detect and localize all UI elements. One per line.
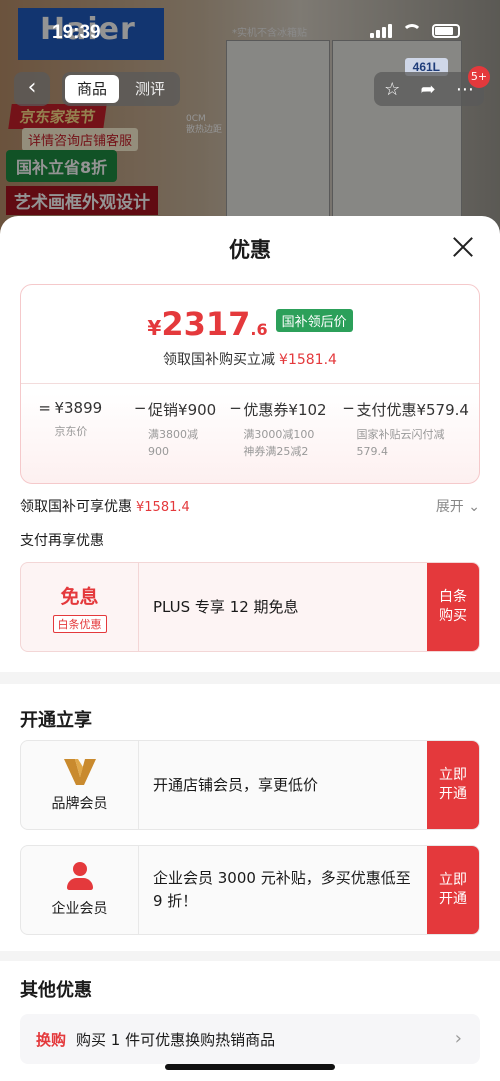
expand-button[interactable]: 展开 ⌄ <box>436 496 480 516</box>
formula-desc: 满3800减900 <box>148 428 199 458</box>
baitiao-text: PLUS 专享 12 期免息 <box>153 597 299 616</box>
baitiao-card-left: 免息 白条优惠 <box>21 563 139 651</box>
enterprise-member-left: 企业会员 <box>21 846 139 934</box>
chevron-down-icon: ⌄ <box>468 499 480 515</box>
final-price: ¥ 2317 .6 国补领后价 <box>21 305 479 343</box>
section-divider <box>0 672 500 684</box>
formula-desc: 满3000减100 神券满25减2 <box>243 428 315 458</box>
formula-item-coupon: 优惠券¥102 满3000减100 神券满25减2 <box>243 399 340 460</box>
price-subtitle: 领取国补购买立减 ¥1581.4 <box>21 349 479 369</box>
membership-section-title: 开通立享 <box>20 710 92 731</box>
formula-op: − <box>342 399 355 417</box>
subsidy-amount: ¥1581.4 <box>136 500 190 515</box>
payment-offers-title: 支付再享优惠 <box>20 533 104 549</box>
formula-item-promo: 促销¥900 满3800减900 <box>148 399 227 460</box>
brand-member-text: 开通店铺会员，享更低价 <box>153 775 319 794</box>
trade-up-text: 购买 1 件可优惠换购热销商品 <box>76 1030 276 1049</box>
brand-v-icon <box>63 759 96 785</box>
tab-product[interactable]: 商品 <box>65 75 119 103</box>
formula-op: − <box>229 399 242 417</box>
battery-icon <box>432 24 460 38</box>
price-formula: = ¥3899 京东价 − 促销¥900 满3800减900 − 优惠券¥102… <box>35 399 469 460</box>
brand-member-label: 品牌会员 <box>51 796 108 812</box>
discount-sheet: 优惠 ¥ 2317 .6 国补领后价 领取国补购买立减 ¥1581.4 = ¥38… <box>0 216 500 1081</box>
wifi-icon <box>402 24 422 38</box>
formula-item-payment: 支付优惠¥579.4 国家补贴云闪付减579.4 <box>356 399 469 460</box>
close-icon[interactable] <box>450 234 476 260</box>
baitiao-buy-button[interactable]: 白条 购买 <box>427 563 479 651</box>
formula-item-jd-price: ¥3899 京东价 <box>54 399 132 440</box>
subsidy-price-tag: 国补领后价 <box>275 308 353 332</box>
signal-icon <box>370 24 392 38</box>
share-icon[interactable]: ➦ <box>421 79 436 100</box>
formula-value: 支付优惠¥579.4 <box>356 401 469 419</box>
home-indicator[interactable] <box>165 1064 335 1070</box>
brand-member-open-button[interactable]: 立即 开通 <box>427 741 479 829</box>
baitiao-tag: 白条优惠 <box>52 614 107 633</box>
price-integer: 2317 <box>161 305 251 343</box>
chevron-right-icon: › <box>454 1028 462 1049</box>
status-time: 19:39 <box>52 22 101 43</box>
price-breakdown-card: ¥ 2317 .6 国补领后价 领取国补购买立减 ¥1581.4 = ¥3899 … <box>20 284 480 484</box>
star-icon[interactable]: ☆ <box>384 79 400 100</box>
sheet-title: 优惠 <box>229 238 271 262</box>
formula-value: 优惠券¥102 <box>243 401 327 419</box>
baitiao-card[interactable]: 免息 白条优惠 PLUS 专享 12 期免息 白条 购买 <box>20 562 480 652</box>
subsidy-label: 领取国补可享优惠 <box>20 499 132 515</box>
price-subtitle-amount: ¥1581.4 <box>279 352 337 368</box>
formula-desc: 京东价 <box>54 425 88 438</box>
price-divider <box>21 383 479 384</box>
status-icons <box>370 24 460 38</box>
formula-op: − <box>133 399 147 417</box>
interest-free-title: 免息 <box>60 585 99 608</box>
price-decimal: .6 <box>250 320 268 339</box>
tab-review[interactable]: 测评 <box>123 75 177 103</box>
formula-op: = <box>38 399 51 417</box>
price-subtitle-label: 领取国补购买立减 <box>163 352 276 368</box>
enterprise-member-open-button[interactable]: 立即 开通 <box>427 846 479 934</box>
section-divider <box>0 951 500 961</box>
formula-desc: 国家补贴云闪付减579.4 <box>356 428 445 458</box>
person-icon <box>66 862 94 892</box>
enterprise-member-text: 企业会员 3000 元补贴，多买优惠低至 9 折！ <box>153 869 411 910</box>
trade-up-tag: 换购 <box>36 1030 67 1049</box>
subsidy-row: 领取国补可享优惠 ¥1581.4 展开 ⌄ <box>20 496 480 516</box>
expand-label: 展开 <box>435 499 464 515</box>
formula-value: 促销¥900 <box>148 401 217 419</box>
price-currency: ¥ <box>147 316 162 340</box>
trade-up-row[interactable]: 换购 购买 1 件可优惠换购热销商品 › <box>20 1014 480 1064</box>
back-icon[interactable]: ‹ <box>14 72 50 106</box>
brand-member-card[interactable]: 品牌会员 开通店铺会员，享更低价 立即 开通 <box>20 740 480 830</box>
other-offers-title: 其他优惠 <box>20 980 92 1001</box>
cart-count-badge: 5+ <box>468 66 490 88</box>
enterprise-member-card[interactable]: 企业会员 企业会员 3000 元补贴，多买优惠低至 9 折！ 立即 开通 <box>20 845 480 935</box>
brand-member-left: 品牌会员 <box>21 741 139 829</box>
product-tabs: 商品 测评 <box>62 72 180 106</box>
enterprise-member-label: 企业会员 <box>51 901 108 917</box>
formula-value: ¥3899 <box>54 399 103 417</box>
